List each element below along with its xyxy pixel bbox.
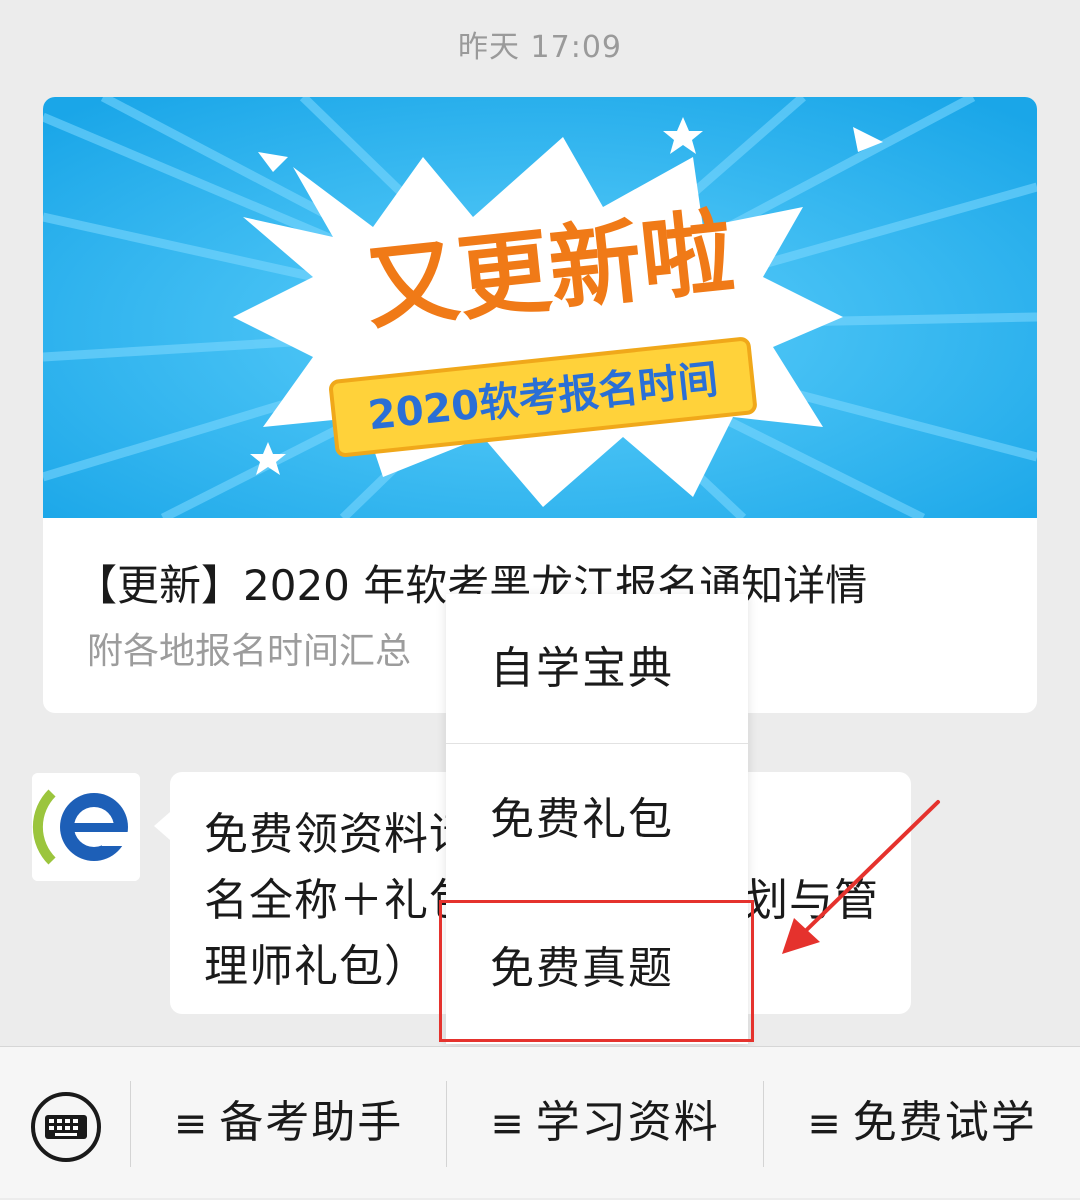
hamburger-icon: ≡: [490, 1101, 526, 1147]
avatar[interactable]: [32, 773, 140, 881]
menu-item-study-materials[interactable]: ≡ 学习资料: [447, 1047, 763, 1198]
article-subtitle: 附各地报名时间汇总: [87, 631, 412, 672]
keyboard-toggle-button[interactable]: [30, 1091, 102, 1163]
submenu-item-free-gift[interactable]: 免费礼包: [446, 745, 748, 895]
annotation-arrow-icon: [782, 800, 940, 954]
article-banner-image[interactable]: 又更新啦 2020软考报名时间: [43, 97, 1037, 518]
hamburger-icon: ≡: [807, 1101, 843, 1147]
letter-e-logo-icon: [32, 773, 140, 881]
menu-item-exam-assistant[interactable]: ≡ 备考助手: [131, 1047, 446, 1198]
menu-item-label: 免费试学: [852, 1097, 1037, 1148]
menu-item-label: 学习资料: [535, 1097, 720, 1148]
menu-item-label: 备考助手: [219, 1097, 404, 1148]
keyboard-icon: [31, 1092, 101, 1162]
highlight-box: [439, 900, 754, 1042]
banner-graphic: 又更新啦 2020软考报名时间: [43, 97, 1037, 518]
menu-item-free-trial[interactable]: ≡ 免费试学: [764, 1047, 1080, 1198]
chat-timestamp: 昨天 17:09: [458, 30, 622, 65]
submenu-item-self-study[interactable]: 自学宝典: [446, 594, 748, 744]
bottom-menu-bar: ≡ 备考助手 ≡ 学习资料 ≡ 免费试学: [0, 1046, 1080, 1198]
hamburger-icon: ≡: [173, 1101, 210, 1147]
